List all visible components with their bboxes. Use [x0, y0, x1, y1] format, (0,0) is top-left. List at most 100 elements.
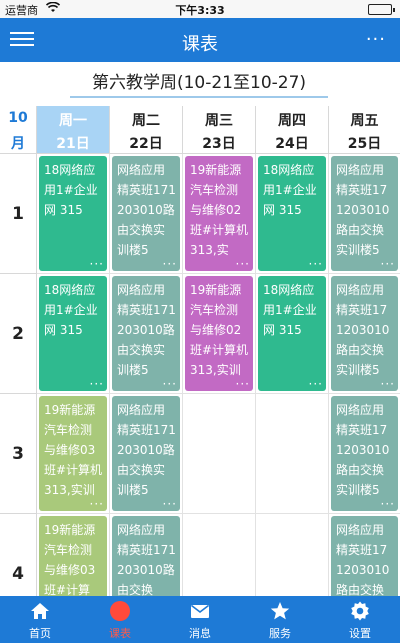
cell-mon-2[interactable]: 18网络应用1#企业网 315 ···: [37, 274, 110, 394]
more-dots-icon: ···: [308, 377, 323, 391]
more-dots-icon: ···: [162, 257, 177, 271]
month-unit: 月: [11, 136, 25, 152]
tab-label: 消息: [189, 627, 211, 640]
cell-wed-2[interactable]: 19新能源汽车检测与维修02班#计算机 313,实训 ···: [183, 274, 256, 394]
course-text: 19新能源汽车检测与维修03班#计算机 313,实训: [44, 403, 103, 497]
period-label-4: 4: [0, 514, 37, 596]
course-text: 19新能源汽车检测与维修02班#计算机 313,实训: [190, 283, 249, 377]
cell-wed-1[interactable]: 19新能源汽车检测与维修02班#计算机 313,实 ···: [183, 154, 256, 274]
cell-tue-4[interactable]: 网络应用精英班171203010路由交换: [110, 514, 183, 596]
cell-tue-1[interactable]: 网络应用精英班171203010路由交换实训楼5 ···: [110, 154, 183, 274]
period-label-2: 2: [0, 274, 37, 394]
tab-label: 课表: [109, 627, 131, 640]
course-card[interactable]: 网络应用精英班171203010路由交换: [331, 516, 398, 596]
day-header-thu[interactable]: 周四 24日: [256, 106, 329, 154]
cell-thu-2[interactable]: 18网络应用1#企业网 315 ···: [256, 274, 329, 394]
cell-tue-2[interactable]: 网络应用精英班171203010路由交换实训楼5 ···: [110, 274, 183, 394]
course-text: 网络应用精英班171203010路由交换: [117, 523, 176, 596]
tab-settings[interactable]: 设置: [320, 596, 400, 643]
more-dots-icon: ···: [89, 257, 104, 271]
schedule-icon: [110, 601, 130, 621]
course-card[interactable]: 网络应用精英班171203010路由交换实训楼5 ···: [331, 156, 398, 271]
cell-thu-3[interactable]: [256, 394, 329, 514]
tab-schedule[interactable]: 课表: [80, 596, 160, 643]
period-label-1: 1: [0, 154, 37, 274]
day-name: 周一: [59, 113, 87, 129]
course-card[interactable]: 18网络应用1#企业网 315 ···: [258, 276, 326, 391]
course-card[interactable]: 网络应用精英班171203010路由交换实训楼5 ···: [331, 276, 398, 391]
course-text: 18网络应用1#企业网 315: [44, 283, 98, 337]
tab-label: 设置: [349, 627, 371, 640]
tab-messages[interactable]: 消息: [160, 596, 240, 643]
cell-fri-4[interactable]: 网络应用精英班171203010路由交换: [329, 514, 400, 596]
more-dots-icon: ···: [89, 497, 104, 511]
week-selector[interactable]: 第六教学周(10-21至10-27): [70, 72, 328, 98]
nav-bar: 课表 ···: [0, 18, 400, 62]
course-card[interactable]: 网络应用精英班171203010路由交换实训楼5 ···: [112, 396, 180, 511]
more-dots-icon: ···: [89, 377, 104, 391]
week-bar: 第六教学周(10-21至10-27): [0, 62, 400, 106]
more-dots-icon: ···: [380, 257, 395, 271]
day-header-mon[interactable]: 周一 21日: [37, 106, 110, 154]
course-text: 网络应用精英班171203010路由交换实训楼5: [336, 403, 390, 497]
course-card[interactable]: 19新能源汽车检测与维修03班#计算机 313,实训 ···: [39, 396, 107, 511]
day-date: 23日: [202, 136, 236, 152]
course-text: 18网络应用1#企业网 315: [44, 163, 98, 217]
more-dots-icon: ···: [380, 377, 395, 391]
course-card[interactable]: 18网络应用1#企业网 315 ···: [39, 276, 107, 391]
course-card[interactable]: 18网络应用1#企业网 315 ···: [39, 156, 107, 271]
day-date: 25日: [347, 136, 382, 152]
course-card[interactable]: 19新能源汽车检测与维修02班#计算机 313,实 ···: [185, 156, 253, 271]
more-dots-icon: ···: [235, 377, 250, 391]
day-date: 24日: [275, 136, 309, 152]
cell-fri-1[interactable]: 网络应用精英班171203010路由交换实训楼5 ···: [329, 154, 400, 274]
cell-mon-3[interactable]: 19新能源汽车检测与维修03班#计算机 313,实训 ···: [37, 394, 110, 514]
day-header-wed[interactable]: 周三 23日: [183, 106, 256, 154]
page-title: 课表: [182, 34, 218, 55]
tab-label: 服务: [269, 627, 291, 640]
course-card[interactable]: 网络应用精英班171203010路由交换实训楼5 ···: [112, 156, 180, 271]
cell-fri-3[interactable]: 网络应用精英班171203010路由交换实训楼5 ···: [329, 394, 400, 514]
more-dots-icon: ···: [235, 257, 250, 271]
tab-home[interactable]: 首页: [0, 596, 80, 643]
day-name: 周二: [132, 113, 160, 129]
cell-mon-1[interactable]: 18网络应用1#企业网 315 ···: [37, 154, 110, 274]
day-header-tue[interactable]: 周二 22日: [110, 106, 183, 154]
more-dots-icon: ···: [380, 497, 395, 511]
more-dots-icon: ···: [308, 257, 323, 271]
more-icon[interactable]: ···: [366, 29, 386, 50]
month-header: 10 月: [0, 106, 37, 154]
cell-thu-4[interactable]: [256, 514, 329, 596]
course-text: 19新能源汽车检测与维修03班#计算: [44, 523, 96, 596]
course-card[interactable]: 18网络应用1#企业网 315 ···: [258, 156, 326, 271]
course-text: 网络应用精英班171203010路由交换实训楼5: [117, 403, 176, 497]
course-text: 网络应用精英班171203010路由交换实训楼5: [117, 283, 176, 377]
tab-services[interactable]: 服务: [240, 596, 320, 643]
course-text: 18网络应用1#企业网 315: [263, 163, 317, 217]
course-text: 19新能源汽车检测与维修02班#计算机 313,实: [190, 163, 249, 257]
cell-mon-4[interactable]: 19新能源汽车检测与维修03班#计算: [37, 514, 110, 596]
month-number: 10: [8, 110, 28, 126]
course-card[interactable]: 网络应用精英班171203010路由交换实训楼5 ···: [112, 276, 180, 391]
cell-wed-3[interactable]: [183, 394, 256, 514]
cell-thu-1[interactable]: 18网络应用1#企业网 315 ···: [256, 154, 329, 274]
course-card[interactable]: 网络应用精英班171203010路由交换实训楼5 ···: [331, 396, 398, 511]
day-name: 周四: [278, 113, 306, 129]
course-card[interactable]: 19新能源汽车检测与维修02班#计算机 313,实训 ···: [185, 276, 253, 391]
cell-wed-4[interactable]: [183, 514, 256, 596]
cell-tue-3[interactable]: 网络应用精英班171203010路由交换实训楼5 ···: [110, 394, 183, 514]
course-card[interactable]: 网络应用精英班171203010路由交换: [112, 516, 180, 596]
tab-bar: 首页 课表 消息 服务 设置: [0, 596, 400, 643]
course-text: 网络应用精英班171203010路由交换实训楼5: [117, 163, 176, 257]
day-header-fri[interactable]: 周五 25日: [329, 106, 400, 154]
more-dots-icon: ···: [162, 497, 177, 511]
cell-fri-2[interactable]: 网络应用精英班171203010路由交换实训楼5 ···: [329, 274, 400, 394]
timetable: 10 月 周一 21日 周二 22日 周三 23日 周四 24日 周五 25日 …: [0, 106, 400, 596]
period-label-3: 3: [0, 394, 37, 514]
star-icon: [270, 601, 290, 621]
course-card[interactable]: 19新能源汽车检测与维修03班#计算: [39, 516, 107, 596]
tab-label: 首页: [29, 627, 51, 640]
course-text: 网络应用精英班171203010路由交换: [336, 523, 390, 596]
battery-icon: [368, 4, 395, 15]
course-text: 网络应用精英班171203010路由交换实训楼5: [336, 283, 390, 377]
